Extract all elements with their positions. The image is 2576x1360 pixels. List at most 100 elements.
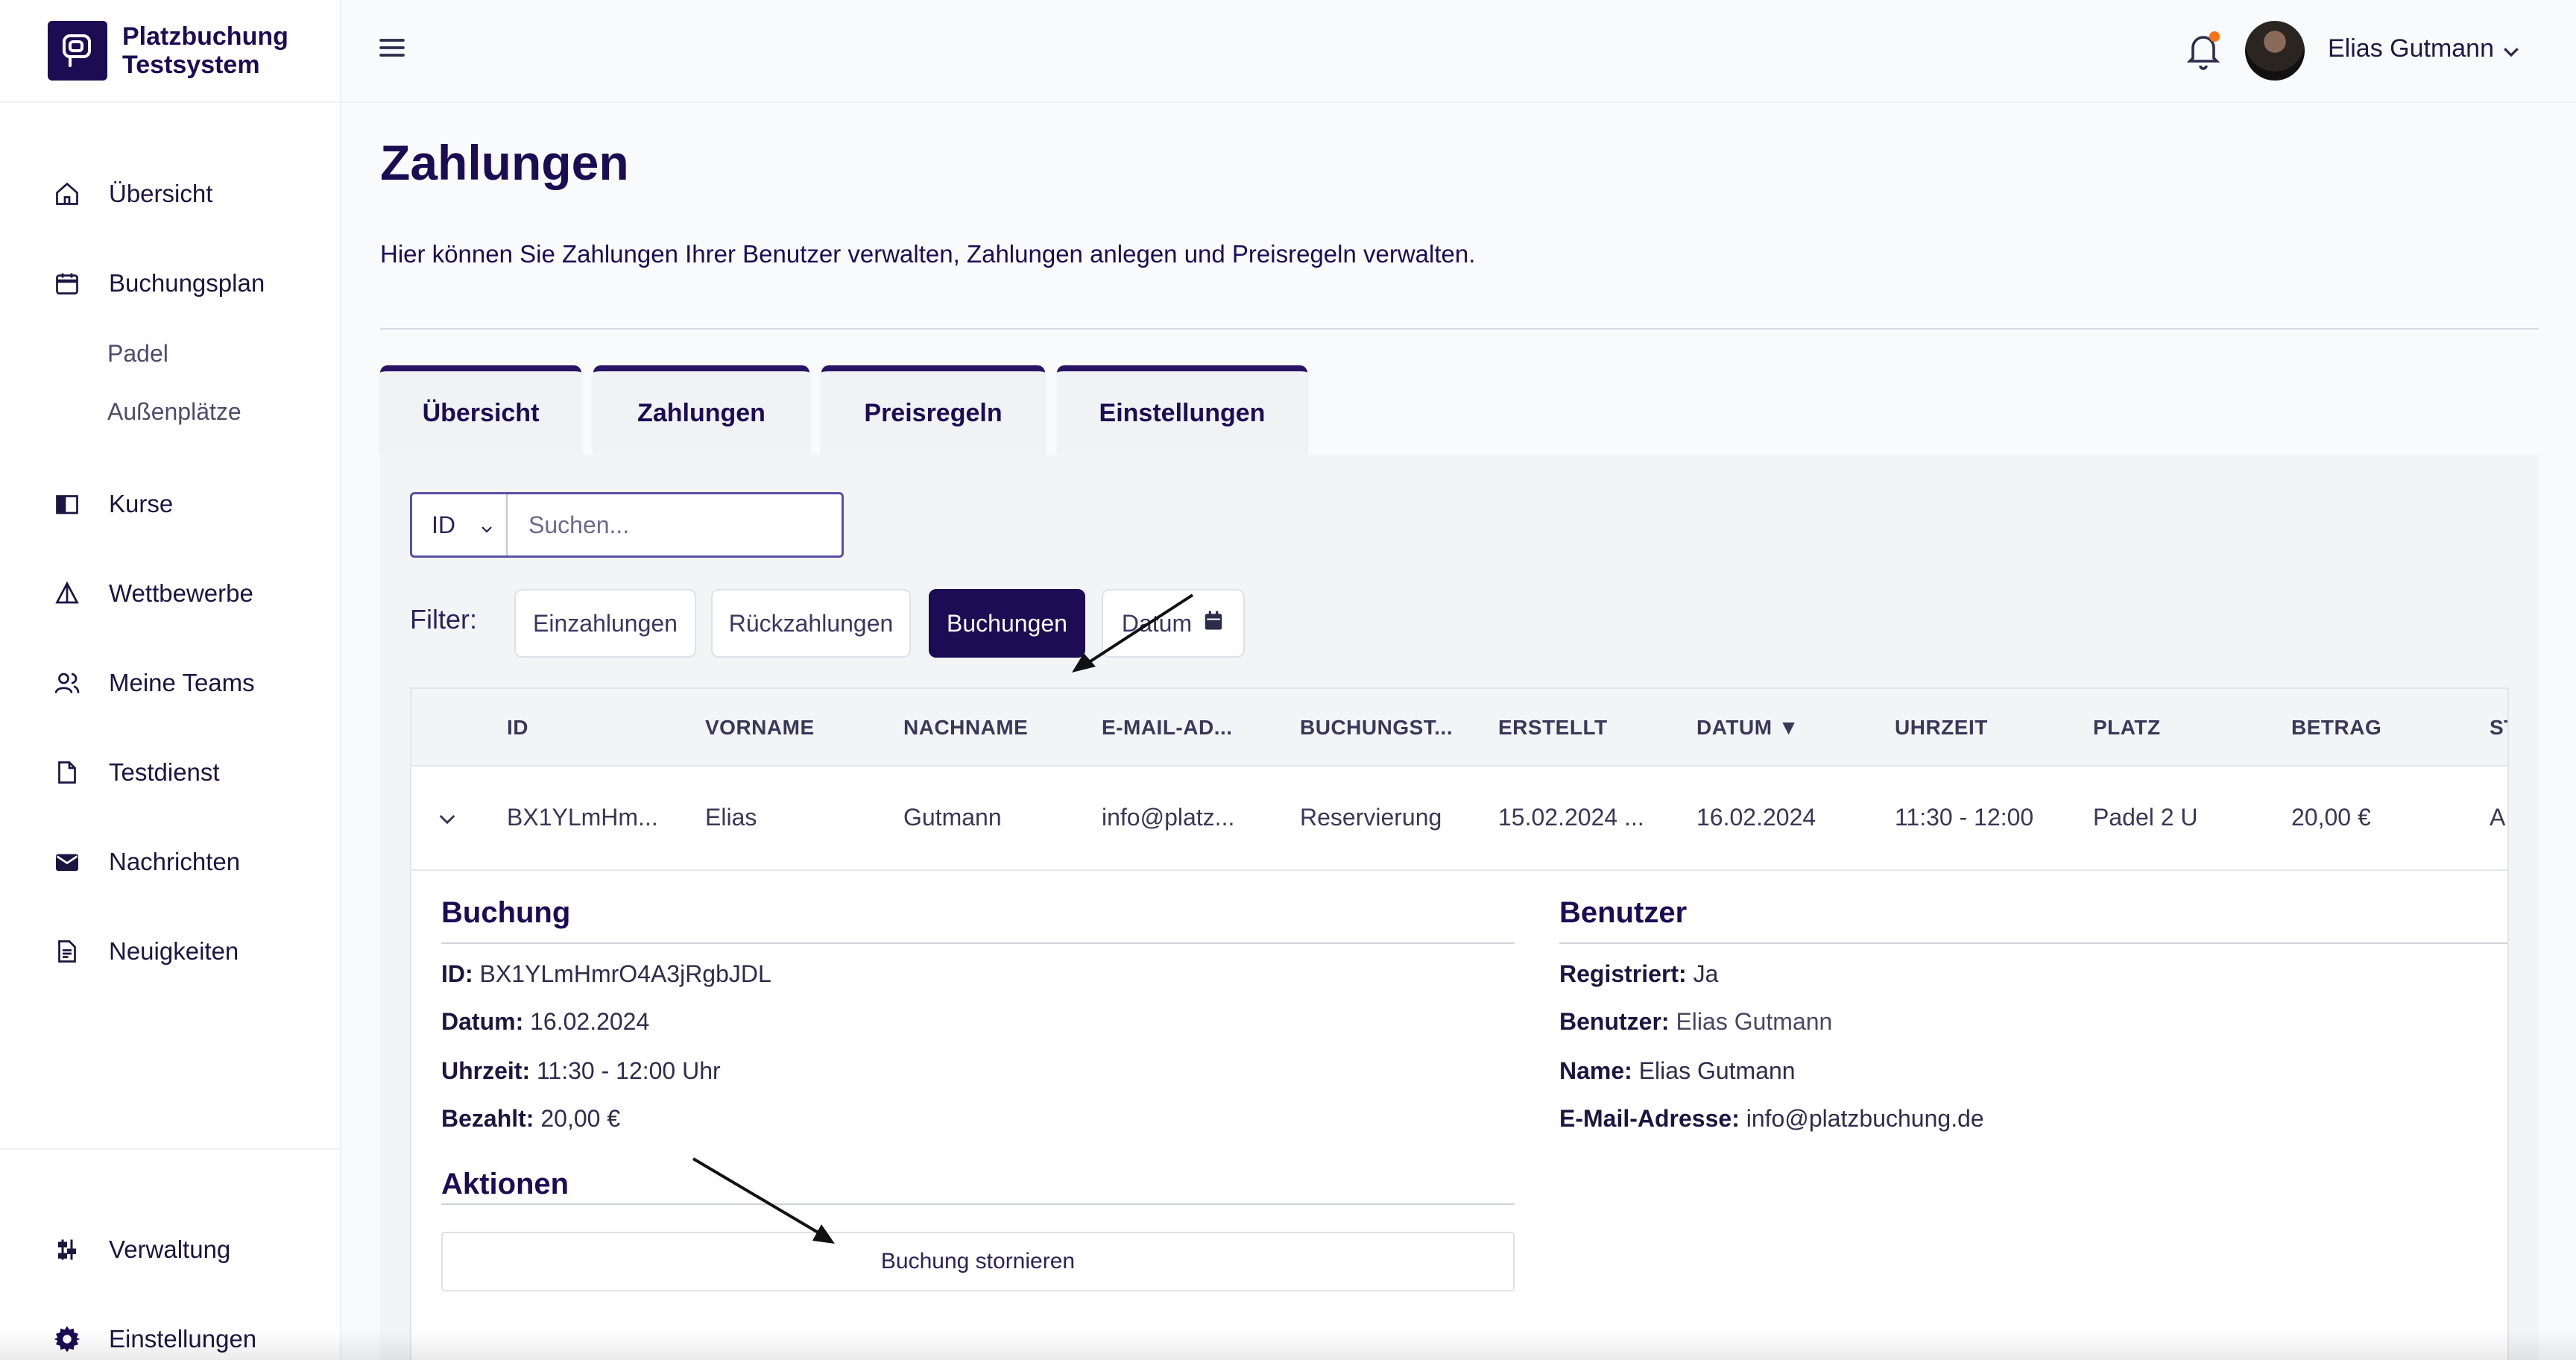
column-header-status[interactable]: ST (2490, 716, 2507, 740)
column-header-buchungstyp[interactable]: BUCHUNGST... (1300, 716, 1453, 740)
column-header-email[interactable]: E-MAIL-AD... (1102, 716, 1233, 740)
payments-table: ID VORNAME NACHNAME E-MAIL-AD... BUCHUNG… (410, 687, 2509, 1360)
tab-einstellungen[interactable]: Einstellungen (1057, 365, 1307, 455)
column-header-vorname[interactable]: VORNAME (705, 716, 815, 740)
cell-erstellt: 15.02.2024 ... (1498, 804, 1644, 831)
booking-datum: Datum: 16.02.2024 (441, 1008, 649, 1036)
brand-logo-icon (48, 21, 107, 81)
filter-datum-label: Datum (1121, 609, 1193, 637)
sliders-icon (52, 1235, 82, 1265)
column-header-nachname[interactable]: NACHNAME (903, 716, 1028, 740)
column-header-betrag[interactable]: BETRAG (2291, 716, 2381, 740)
sidebar-item-label: Übersicht (109, 180, 213, 207)
newspaper-icon (52, 936, 82, 966)
table-header: ID VORNAME NACHNAME E-MAIL-AD... BUCHUNG… (411, 689, 2507, 766)
calendar-icon (52, 268, 82, 298)
sidebar-item-meine-teams[interactable]: Meine Teams (0, 661, 255, 705)
sidebar-item-verwaltung[interactable]: Verwaltung (0, 1227, 230, 1272)
booking-section-line (441, 942, 1515, 944)
search-field-value: ID (432, 511, 455, 538)
booking-bezahlt-value: 20,00 € (540, 1105, 621, 1132)
cell-status: A (2490, 804, 2506, 831)
cell-buchungstyp: Reservierung (1300, 804, 1442, 831)
sidebar-item-wettbewerbe[interactable]: Wettbewerbe (0, 571, 253, 616)
search-input[interactable] (508, 494, 842, 555)
column-header-id[interactable]: ID (507, 716, 528, 740)
column-header-datum[interactable]: DATUM ▼ (1696, 716, 1799, 740)
payments-panel: ID Filter: Einzahlungen Rückzahlungen Bu… (380, 455, 2539, 1360)
sidebar-subitem-padel[interactable]: Padel (0, 333, 168, 374)
sidebar-item-testdienst[interactable]: Testdienst (0, 750, 220, 795)
column-header-platz[interactable]: PLATZ (2093, 716, 2161, 740)
user-name-value: Elias Gutmann (1638, 1057, 1796, 1084)
filter-datum-button[interactable]: Datum (1102, 589, 1245, 658)
notification-dot (2209, 31, 2220, 42)
cell-datum: 16.02.2024 (1696, 804, 1816, 831)
sidebar-item-label: Wettbewerbe (109, 579, 253, 607)
sidebar-item-nachrichten[interactable]: Nachrichten (0, 840, 240, 884)
topbar: Elias Gutmann (341, 0, 2576, 103)
table-row[interactable]: BX1YLmHm... Elias Gutmann info@platz... … (411, 766, 2507, 871)
sidebar-item-label: Neuigkeiten (109, 937, 239, 965)
search-field-select[interactable]: ID (412, 494, 508, 555)
sort-descending-icon: ▼ (1778, 716, 1800, 739)
user-benutzer-link[interactable]: Elias Gutmann (1676, 1008, 1832, 1035)
brand-line-2: Testsystem (122, 51, 260, 79)
sidebar-item-label: Buchungsplan (109, 269, 265, 297)
cell-email: info@platz... (1102, 804, 1235, 831)
user-email: E-Mail-Adresse: info@platzbuchung.de (1559, 1105, 1984, 1133)
chevron-down-icon (478, 517, 496, 535)
tab-uebersicht[interactable]: Übersicht (380, 365, 581, 455)
user-registriert-value: Ja (1693, 960, 1719, 987)
chevron-down-icon[interactable] (2500, 40, 2522, 63)
sidebar-bottom-nav: Verwaltung Einstellungen (0, 1148, 340, 1353)
booking-id: ID: BX1YLmHmrO4A3jRgbJDL (441, 960, 771, 988)
cancel-booking-button[interactable]: Buchung stornieren (441, 1232, 1515, 1291)
user-benutzer: Benutzer: Elias Gutmann (1559, 1008, 1832, 1036)
actions-section-line (441, 1203, 1515, 1205)
triangle-flag-icon (52, 579, 82, 608)
filter-buchungen-button[interactable]: Buchungen (929, 589, 1085, 658)
filter-einzahlungen-button[interactable]: Einzahlungen (514, 589, 696, 658)
filter-rueckzahlungen-button[interactable]: Rückzahlungen (711, 589, 911, 658)
booking-uhrzeit-label: Uhrzeit: (441, 1057, 531, 1084)
home-icon (52, 179, 82, 209)
cell-id: BX1YLmHm... (507, 804, 658, 831)
booking-section-title: Buchung (441, 896, 571, 929)
cell-nachname: Gutmann (903, 804, 1002, 831)
column-header-uhrzeit[interactable]: UHRZEIT (1895, 716, 1988, 740)
user-registriert-label: Registriert: (1559, 960, 1687, 987)
brand-name: Platzbuchung Testsystem (122, 22, 288, 79)
sidebar-subitem-aussenplaetze[interactable]: Außenplätze (0, 391, 242, 432)
user-name-row: Name: Elias Gutmann (1559, 1057, 1796, 1085)
sidebar-item-buchungsplan[interactable]: Buchungsplan (0, 261, 265, 306)
divider (380, 328, 2539, 330)
booking-uhrzeit-value: 11:30 - 12:00 Uhr (537, 1057, 721, 1084)
sidebar-item-uebersicht[interactable]: Übersicht (0, 171, 212, 216)
sidebar-item-label: Meine Teams (109, 669, 255, 696)
sidebar-item-label: Testdienst (109, 758, 220, 786)
tab-zahlungen[interactable]: Zahlungen (593, 365, 809, 455)
booking-datum-label: Datum: (441, 1008, 524, 1035)
cell-uhrzeit: 11:30 - 12:00 (1895, 804, 2034, 831)
booking-datum-value: 16.02.2024 (530, 1008, 650, 1035)
sidebar-item-neuigkeiten[interactable]: Neuigkeiten (0, 929, 239, 974)
booking-uhrzeit: Uhrzeit: 11:30 - 12:00 Uhr (441, 1057, 721, 1085)
sidebar-item-kurse[interactable]: Kurse (0, 482, 173, 526)
brand[interactable]: Platzbuchung Testsystem (0, 0, 340, 103)
users-icon (52, 668, 82, 698)
tab-preisregeln[interactable]: Preisregeln (821, 365, 1045, 455)
chevron-down-icon[interactable] (435, 807, 459, 831)
file-icon (52, 758, 82, 787)
column-header-erstellt[interactable]: ERSTELLT (1498, 716, 1608, 740)
user-section-title: Benutzer (1559, 896, 1688, 929)
filter-label: Filter: (410, 604, 477, 635)
user-email-value: info@platzbuchung.de (1746, 1105, 1984, 1132)
sidebar-item-label: Verwaltung (109, 1235, 231, 1263)
notification-bell-icon[interactable] (2185, 31, 2221, 70)
sidebar-item-label: Kurse (109, 490, 174, 517)
hamburger-menu-icon[interactable] (377, 33, 407, 63)
booking-bezahlt-label: Bezahlt: (441, 1105, 534, 1132)
user-name[interactable]: Elias Gutmann (2328, 34, 2494, 63)
avatar[interactable] (2245, 21, 2305, 81)
